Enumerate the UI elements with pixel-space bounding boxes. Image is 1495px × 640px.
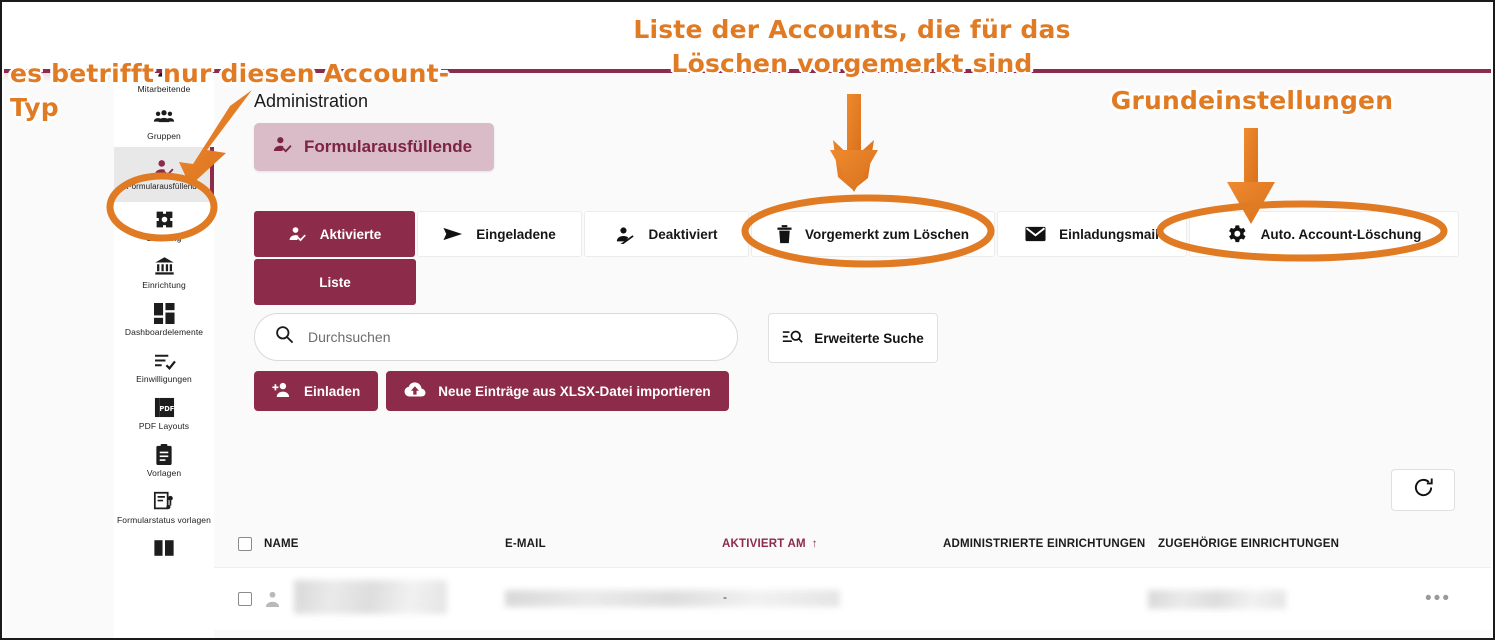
sidebar-item-handbuch[interactable]	[114, 531, 214, 568]
tab-label: Eingeladene	[476, 226, 556, 242]
dashboard-grid-icon	[153, 302, 175, 324]
tab-auto-account-loeschung[interactable]: Auto. Account-Löschung	[1189, 211, 1459, 257]
column-header-label: AKTIVIERT AM	[722, 538, 806, 550]
sidebar-item-dashboardelemente[interactable]: Dashboardelemente	[114, 296, 214, 343]
gear-icon	[1227, 224, 1248, 245]
sidebar-item-vorlagen[interactable]: Vorlagen	[114, 437, 214, 484]
tab-aktivierte[interactable]: Aktivierte	[254, 211, 415, 257]
bank-icon	[154, 255, 175, 277]
column-header-zugehoerige-einrichtungen[interactable]: ZUGEHÖRIGE EINRICHTUNGEN	[1158, 538, 1339, 550]
row-email-redacted	[505, 590, 840, 607]
tab-label: Auto. Account-Löschung	[1260, 226, 1422, 242]
person-add-icon	[272, 381, 292, 402]
search-input[interactable]	[306, 328, 717, 346]
svg-text:PDF: PDF	[159, 404, 174, 412]
row-actions-menu[interactable]: •••	[1425, 589, 1451, 608]
sidebar-item-formularausfuellende[interactable]: Formularausfüllende	[114, 147, 214, 202]
sidebar-item-label: Vorlagen	[146, 468, 182, 478]
search-box[interactable]	[254, 313, 738, 361]
sidebar-item-formularstatus-vorlagen[interactable]: Formularstatus vorlagen	[114, 484, 214, 531]
secondary-tab-bar: Liste	[254, 259, 416, 305]
action-button-row: Einladen Neue Einträge aus XLSX-Datei im…	[254, 371, 729, 411]
annotation-delete-list-note: Liste der Accounts, die für das Löschen …	[633, 15, 1071, 78]
sidebar-item-label: Einrichtung	[142, 280, 186, 290]
pdf-file-icon: PDF	[154, 396, 175, 418]
annotation-settings-note: Grundeinstellungen	[1110, 86, 1394, 115]
advanced-search-label: Erweiterte Suche	[814, 330, 924, 346]
sidebar-item-label: Gruppen	[147, 131, 181, 141]
sidebar-item-label: PDF Layouts	[138, 421, 190, 431]
tab-einladungsmail[interactable]: Einladungsmail	[997, 211, 1187, 257]
column-header-name[interactable]: NAME	[264, 538, 299, 550]
sidebar-item-label: Formularausfüllende	[126, 182, 202, 191]
tab-label: Vorgemerkt zum Löschen	[804, 226, 970, 242]
row-zugehoerige-einrichtungen-redacted	[1148, 590, 1286, 609]
mail-icon	[1025, 226, 1046, 242]
invite-label: Einladen	[304, 383, 361, 399]
gear-icon	[154, 208, 175, 230]
column-header-administrierte-einrichtungen[interactable]: ADMINISTRIERTE EINRICHTUNGEN	[943, 538, 1145, 550]
tab-deaktiviert[interactable]: Deaktiviert	[584, 211, 749, 257]
account-type-chip[interactable]: Formularausfüllende	[254, 123, 495, 171]
sidebar-item-pdf-layouts[interactable]: PDF PDF Layouts	[114, 390, 214, 437]
import-xlsx-label: Neue Einträge aus XLSX-Datei importieren	[438, 383, 711, 399]
sidebar-item-label: Formularstatus vorlagen	[117, 515, 211, 525]
person-off-icon	[615, 225, 635, 244]
send-icon	[443, 226, 463, 242]
column-header-email[interactable]: E-MAIL	[505, 538, 546, 550]
avatar	[264, 590, 281, 613]
tab-label: Liste	[319, 274, 351, 290]
sidebar-item-label: Branding	[146, 233, 182, 243]
person-check-icon	[288, 225, 307, 243]
sidebar-item-einwilligungen[interactable]: Einwilligungen	[114, 343, 214, 390]
advanced-search-icon	[782, 328, 803, 349]
row-checkbox[interactable]	[238, 592, 252, 606]
form-status-icon	[153, 490, 175, 512]
person-check-icon	[153, 157, 175, 179]
import-xlsx-button[interactable]: Neue Einträge aus XLSX-Datei importieren	[386, 371, 729, 411]
list-check-icon	[153, 349, 176, 371]
advanced-search-button[interactable]: Erweiterte Suche	[768, 313, 938, 363]
refresh-button[interactable]	[1391, 469, 1455, 511]
table-row[interactable]: - •••	[214, 567, 1491, 630]
refresh-icon	[1413, 477, 1434, 503]
tab-vorgemerkt-zum-loeschen[interactable]: Vorgemerkt zum Löschen	[751, 211, 995, 257]
sidebar-item-label: Einwilligungen	[136, 374, 192, 384]
cloud-upload-icon	[404, 381, 426, 401]
sidebar-item-branding[interactable]: Branding	[114, 202, 214, 249]
clipboard-icon	[155, 443, 173, 465]
screenshot-frame: Mitarbeitende Gruppen Formularausfüllend…	[0, 0, 1495, 640]
trash-icon	[777, 224, 792, 244]
sidebar-navigation[interactable]: Mitarbeitende Gruppen Formularausfüllend…	[114, 73, 215, 638]
invite-button[interactable]: Einladen	[254, 371, 379, 411]
annotation-account-type-note: es betrifft nur diesen Account-Typ	[10, 59, 450, 122]
tab-bar: Aktivierte Eingeladene Deaktiviert Vorge…	[254, 211, 1459, 257]
row-aktiviert-am: -	[723, 590, 727, 604]
sidebar-item-label: Dashboardelemente	[124, 327, 204, 337]
search-icon	[275, 325, 294, 349]
select-all-checkbox[interactable]	[238, 537, 252, 551]
table-header-row: NAME E-MAIL AKTIVIERT AM ↑ ADMINISTRIERT…	[214, 523, 1491, 565]
sort-ascending-icon: ↑	[811, 538, 818, 550]
tab-label: Aktivierte	[319, 226, 382, 242]
sidebar-item-einrichtung[interactable]: Einrichtung	[114, 249, 214, 296]
row-name-redacted	[294, 580, 447, 614]
tab-eingeladene[interactable]: Eingeladene	[417, 211, 582, 257]
column-header-aktiviert-am[interactable]: AKTIVIERT AM ↑	[722, 538, 818, 550]
tab-label: Einladungsmail	[1059, 226, 1159, 242]
person-check-icon	[272, 135, 293, 159]
book-icon	[153, 537, 175, 559]
tab-label: Deaktiviert	[648, 226, 718, 242]
account-type-chip-label: Formularausfüllende	[304, 137, 473, 156]
main-content-area: Administration Formularausfüllende Aktiv…	[214, 73, 1491, 638]
tab-liste[interactable]: Liste	[254, 259, 416, 305]
